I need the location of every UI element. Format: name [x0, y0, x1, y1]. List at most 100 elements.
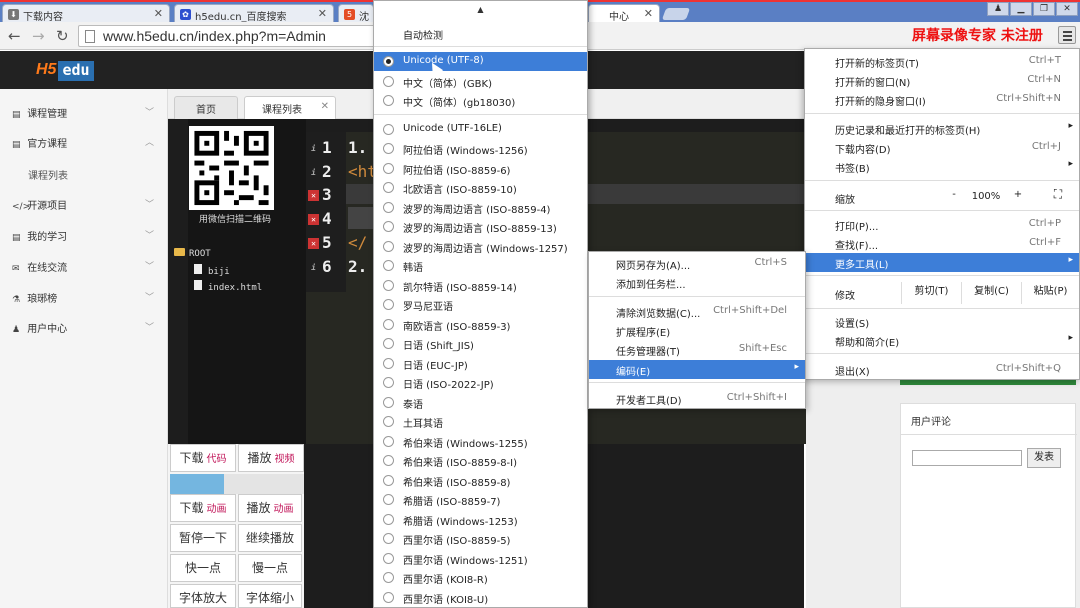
encoding-option[interactable]: 阿拉伯语 (Windows-1256): [374, 139, 587, 158]
menu-bookmarks[interactable]: 书签(B) ▸: [805, 157, 1079, 176]
encoding-option[interactable]: 泰语: [374, 393, 587, 412]
close-icon[interactable]: ✕: [318, 7, 327, 20]
file-tree-root[interactable]: ROOT: [174, 248, 211, 259]
encoding-option[interactable]: 日语 (Shift_JIS): [374, 334, 587, 353]
h5edu-logo[interactable]: H5 edu: [36, 61, 94, 81]
encoding-option[interactable]: 罗马尼亚语: [374, 295, 587, 314]
zoom-in-button[interactable]: +: [1009, 189, 1027, 200]
encoding-option[interactable]: 波罗的海周边语言 (Windows-1257): [374, 237, 587, 256]
close-icon[interactable]: ✕: [1056, 2, 1078, 16]
person-icon[interactable]: ♟: [987, 2, 1009, 16]
menu-settings[interactable]: 设置(S): [805, 312, 1079, 331]
menu-new-tab[interactable]: 打开新的标签页(T) Ctrl+T: [805, 52, 1079, 71]
play-animation-button[interactable]: 播放 动画: [238, 494, 302, 522]
encoding-option[interactable]: 阿拉伯语 (ISO-8859-6): [374, 159, 587, 178]
menu-encoding[interactable]: 编码(E) ▸: [589, 360, 805, 379]
cut-button[interactable]: 剪切(T): [901, 282, 961, 304]
sidebar-item-course-management[interactable]: ▤ 课程管理 ﹀: [0, 97, 168, 127]
close-icon[interactable]: ✕: [644, 7, 653, 20]
menu-find[interactable]: 查找(F)... Ctrl+F: [805, 234, 1079, 253]
fullscreen-icon[interactable]: ⛶: [1049, 187, 1067, 202]
copy-button[interactable]: 复制(C): [961, 282, 1021, 304]
close-icon[interactable]: ✕: [321, 101, 329, 112]
chrome-menu-button[interactable]: [1058, 26, 1076, 44]
menu-print[interactable]: 打印(P)... Ctrl+P: [805, 215, 1079, 234]
encoding-auto-detect[interactable]: 自动检测: [374, 24, 587, 43]
back-arrow-icon[interactable]: ←: [8, 27, 21, 45]
menu-help[interactable]: 帮助和简介(E) ▸: [805, 331, 1079, 350]
download-animation-button[interactable]: 下载 动画: [170, 494, 236, 522]
reload-icon[interactable]: ↻: [56, 27, 69, 45]
scroll-up-arrow-icon[interactable]: ▲: [374, 5, 587, 14]
playback-progress-bar[interactable]: [170, 474, 304, 494]
encoding-option[interactable]: 希伯来语 (Windows-1255): [374, 432, 587, 451]
font-smaller-button[interactable]: 字体缩小: [238, 584, 302, 608]
encoding-option[interactable]: 中文（简体）(GBK): [374, 72, 587, 91]
play-video-button[interactable]: 播放 视频: [238, 444, 304, 472]
encoding-option[interactable]: 凯尔特语 (ISO-8859-14): [374, 276, 587, 295]
slower-button[interactable]: 慢一点: [238, 554, 302, 582]
browser-tab-baidu[interactable]: ✿ h5edu.cn_百度搜索 ✕: [174, 4, 334, 24]
file-tree-item[interactable]: biji: [194, 264, 230, 277]
sidebar-item-open-source[interactable]: </> 开源项目 ﹀: [0, 189, 168, 219]
tab-course-list[interactable]: 课程列表 ✕: [244, 96, 336, 119]
download-code-button[interactable]: 下载 代码: [170, 444, 236, 472]
menu-save-page[interactable]: 网页另存为(A)... Ctrl+S: [589, 254, 805, 273]
sidebar-item-user-center[interactable]: ♟ 用户中心 ﹀: [0, 312, 168, 342]
browser-tab-downloads[interactable]: ⬇ 下载内容 ✕: [2, 4, 170, 24]
menu-exit[interactable]: 退出(X) Ctrl+Shift+Q: [805, 360, 1079, 379]
encoding-option[interactable]: 土耳其语: [374, 412, 587, 431]
menu-incognito[interactable]: 打开新的隐身窗口(I) Ctrl+Shift+N: [805, 90, 1079, 109]
encoding-option[interactable]: 希伯来语 (ISO-8859-8): [374, 471, 587, 490]
browser-tab-active[interactable]: 中心 ✕: [588, 4, 660, 24]
encoding-option[interactable]: 南欧语言 (ISO-8859-3): [374, 315, 587, 334]
encoding-option[interactable]: Unicode (UTF-8): [374, 52, 587, 71]
font-bigger-button[interactable]: 字体放大: [170, 584, 236, 608]
menu-task-manager[interactable]: 任务管理器(T) Shift+Esc: [589, 340, 805, 359]
encoding-option[interactable]: 波罗的海周边语言 (ISO-8859-13): [374, 217, 587, 236]
faster-button[interactable]: 快一点: [170, 554, 236, 582]
encoding-option[interactable]: 希伯来语 (ISO-8859-8-I): [374, 451, 587, 470]
encoding-option[interactable]: 希腊语 (Windows-1253): [374, 510, 587, 529]
sidebar-item-online-chat[interactable]: ✉ 在线交流 ﹀: [0, 251, 168, 281]
encoding-option[interactable]: 西里尔语 (KOI8-U): [374, 588, 587, 607]
encoding-option[interactable]: 西里尔语 (ISO-8859-5): [374, 529, 587, 548]
encoding-option[interactable]: 希腊语 (ISO-8859-7): [374, 490, 587, 509]
file-tree-item[interactable]: index.html: [194, 280, 262, 293]
comment-input[interactable]: [912, 450, 1022, 466]
encoding-option[interactable]: 北欧语言 (ISO-8859-10): [374, 178, 587, 197]
post-comment-button[interactable]: 发表: [1027, 448, 1061, 468]
paste-button[interactable]: 粘贴(P): [1021, 282, 1079, 304]
encoding-option[interactable]: 中文（简体）(gb18030): [374, 91, 587, 110]
menu-more-tools[interactable]: 更多工具(L) ▸: [805, 253, 1079, 272]
menu-downloads[interactable]: 下载内容(D) Ctrl+J: [805, 138, 1079, 157]
tab-home[interactable]: 首页: [174, 96, 238, 119]
sidebar-item-my-learning[interactable]: ▤ 我的学习 ﹀: [0, 220, 168, 250]
pause-button[interactable]: 暂停一下: [170, 524, 236, 552]
forward-arrow-icon[interactable]: →: [32, 27, 45, 45]
encoding-option[interactable]: Unicode (UTF-16LE): [374, 120, 587, 139]
encoding-option[interactable]: 西里尔语 (Windows-1251): [374, 549, 587, 568]
sidebar-item-ranking[interactable]: ⚗ 琅琊榜 ﹀: [0, 282, 168, 312]
browser-tab-html5[interactable]: 5 沈: [338, 4, 374, 24]
menu-extensions[interactable]: 扩展程序(E): [589, 321, 805, 340]
encoding-option[interactable]: 波罗的海周边语言 (ISO-8859-4): [374, 198, 587, 217]
menu-clear-data[interactable]: 清除浏览数据(C)... Ctrl+Shift+Del: [589, 302, 805, 321]
menu-add-taskbar[interactable]: 添加到任务栏...: [589, 273, 805, 292]
restore-icon[interactable]: ❐: [1033, 2, 1055, 16]
sidebar-item-label: 我的学习: [27, 232, 68, 243]
encoding-option[interactable]: 韩语: [374, 256, 587, 275]
sidebar-item-official-courses[interactable]: ▤ 官方课程 ︿: [0, 127, 168, 157]
menu-history[interactable]: 历史记录和最近打开的标签页(H) ▸: [805, 119, 1079, 138]
resume-button[interactable]: 继续播放: [238, 524, 302, 552]
encoding-option[interactable]: 日语 (EUC-JP): [374, 354, 587, 373]
menu-dev-tools[interactable]: 开发者工具(D) Ctrl+Shift+I: [589, 389, 805, 408]
close-icon[interactable]: ✕: [154, 7, 163, 20]
sidebar-item-course-list[interactable]: 课程列表: [0, 159, 168, 189]
encoding-option[interactable]: 西里尔语 (KOI8-R): [374, 568, 587, 587]
menu-new-window[interactable]: 打开新的窗口(N) Ctrl+N: [805, 71, 1079, 90]
minimize-icon[interactable]: ▁: [1010, 2, 1032, 16]
new-tab-button[interactable]: [661, 8, 691, 20]
encoding-option[interactable]: 日语 (ISO-2022-JP): [374, 373, 587, 392]
zoom-out-button[interactable]: -: [945, 189, 963, 200]
